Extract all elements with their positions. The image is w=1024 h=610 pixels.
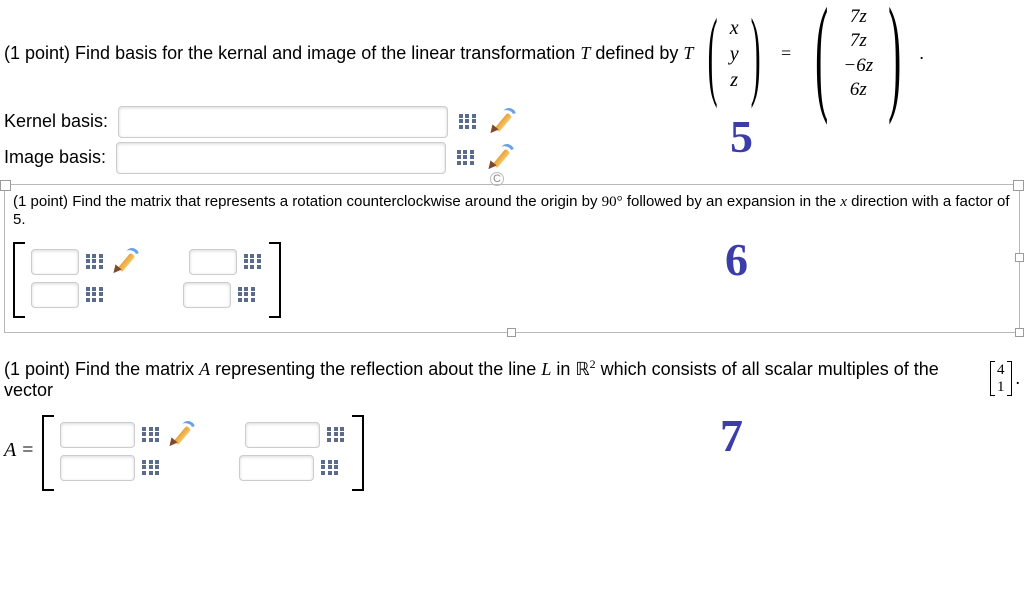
- period: .: [919, 43, 924, 64]
- pencil-icon[interactable]: [111, 248, 139, 276]
- problem-7: (1 point) Find the matrix A representing…: [0, 351, 1024, 489]
- image-input[interactable]: [116, 142, 446, 174]
- annotation-6: 6: [725, 233, 748, 286]
- matrix-7-cell-11[interactable]: [60, 422, 135, 448]
- text2: followed by an expansion in the: [623, 193, 841, 210]
- points-label: (1 point): [4, 359, 75, 379]
- a-equals: A =: [4, 439, 34, 462]
- text1: Find the matrix: [75, 359, 199, 379]
- pencil-icon[interactable]: [167, 421, 195, 449]
- vec-bot: 1: [997, 379, 1005, 396]
- text3: in: [551, 359, 575, 379]
- problem-5: (1 point) Find basis for the kernal and …: [0, 0, 1024, 180]
- grip-icon[interactable]: [326, 426, 346, 444]
- annotation-7: 7: [720, 409, 743, 462]
- r2: ℝ: [575, 359, 589, 379]
- out-4: 6z: [850, 79, 867, 101]
- output-vector: ( 7z 7z −6z 6z ): [800, 6, 916, 102]
- var-A: A: [199, 359, 210, 379]
- equals: =: [781, 43, 791, 64]
- matrix-7-cell-22[interactable]: [239, 455, 314, 481]
- matrix-input-6: [13, 242, 1011, 314]
- var-T: T: [580, 43, 590, 63]
- kernel-input[interactable]: [118, 106, 448, 138]
- grip-icon[interactable]: [320, 459, 340, 477]
- problem-6-text: (1 point) Find the matrix that represent…: [13, 193, 1011, 228]
- grip-icon[interactable]: [141, 459, 161, 477]
- points-label: (1 point): [13, 193, 72, 210]
- out-2: 7z: [850, 30, 867, 52]
- image-label: Image basis:: [4, 147, 106, 168]
- grip-icon[interactable]: [85, 253, 105, 271]
- vec-y: y: [730, 42, 739, 66]
- annotation-5: 5: [730, 110, 753, 163]
- matrix-input-7: [42, 415, 364, 487]
- pencil-icon[interactable]: [486, 144, 514, 172]
- out-1: 7z: [850, 6, 867, 28]
- vector-4-1: 4 1: [990, 361, 1012, 396]
- grip-icon[interactable]: [85, 286, 105, 304]
- problem-6-selection: (1 point) Find the matrix that represent…: [4, 184, 1020, 333]
- matrix-6-cell-22[interactable]: [183, 282, 231, 308]
- grip-icon[interactable]: [141, 426, 161, 444]
- matrix-7-cell-12[interactable]: [245, 422, 320, 448]
- vec-x: x: [730, 16, 739, 40]
- text1: Find the matrix that represents a rotati…: [72, 193, 601, 210]
- grip-icon[interactable]: [458, 113, 478, 131]
- vec-top: 4: [997, 362, 1005, 379]
- out-3: −6z: [843, 55, 873, 77]
- matrix-7-cell-21[interactable]: [60, 455, 135, 481]
- var-T-2: T: [683, 43, 693, 63]
- pencil-icon[interactable]: [488, 108, 516, 136]
- xvar: x: [840, 194, 847, 210]
- grip-icon[interactable]: [243, 253, 263, 271]
- var-L: L: [541, 359, 551, 379]
- angle: 90°: [602, 194, 623, 210]
- vec-z: z: [730, 68, 738, 92]
- input-vector: ( x y z ): [696, 16, 772, 92]
- grip-icon[interactable]: [456, 149, 476, 167]
- problem-text: Find basis for the kernal and image of t…: [75, 43, 580, 63]
- grip-icon[interactable]: [237, 286, 257, 304]
- matrix-6-cell-11[interactable]: [31, 249, 79, 275]
- period: .: [1016, 368, 1021, 389]
- matrix-6-cell-21[interactable]: [31, 282, 79, 308]
- points-label: (1 point): [4, 43, 75, 63]
- problem-text-2: defined by: [595, 43, 683, 63]
- text2: representing the reflection about the li…: [210, 359, 541, 379]
- kernel-label: Kernel basis:: [4, 111, 108, 132]
- matrix-6-cell-12[interactable]: [189, 249, 237, 275]
